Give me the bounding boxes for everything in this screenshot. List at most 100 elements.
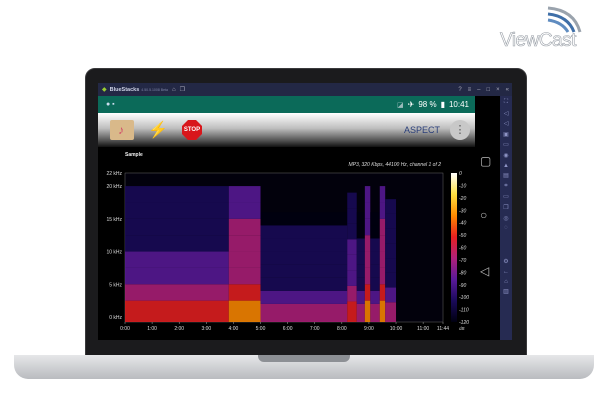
macro-icon[interactable]: ◎: [503, 215, 508, 222]
spectrogram-cell: [364, 267, 371, 285]
spectrogram-cell: [379, 235, 386, 252]
recents-button[interactable]: ▢: [480, 154, 491, 168]
spectrogram-cell: [125, 202, 229, 219]
spectrogram-cell: [379, 251, 386, 268]
volume-down-icon[interactable]: ◁: [504, 120, 509, 127]
spectrogram-cell: [385, 228, 397, 244]
back-button[interactable]: ◁: [480, 264, 489, 278]
settings-icon[interactable]: ⚙: [503, 258, 508, 265]
spectrogram-cell: [370, 212, 380, 226]
x-tick-label: 11:00: [417, 326, 429, 332]
plot-title: Sample: [125, 152, 143, 158]
spectrogram-cell: [260, 303, 348, 322]
screenshot-icon[interactable]: ⌗: [504, 183, 507, 190]
y-tick-label: 20 kHz: [106, 184, 122, 190]
home-button[interactable]: ○: [480, 208, 487, 222]
spectrogram-cell: [228, 267, 261, 285]
colorbar-tick-label: -30: [459, 208, 466, 214]
spectrogram-cell: [385, 287, 397, 303]
spectrogram-cell: [364, 235, 371, 252]
spectrogram-cell: [228, 235, 261, 252]
x-tick-label: 0:00: [120, 326, 130, 332]
spectrogram-cell: [260, 225, 348, 239]
y-tick-label: 5 kHz: [109, 282, 122, 288]
home-icon[interactable]: ⌂: [504, 279, 508, 285]
spectrogram-cell: [228, 202, 261, 219]
spectrogram-cell: [379, 284, 386, 301]
install-apk-icon[interactable]: ▲: [503, 163, 509, 169]
spectrogram-cell: [370, 264, 380, 278]
spectrogram-cell: [385, 199, 397, 214]
spectrogram-cell: [260, 238, 348, 252]
spectrogram-cell: [370, 251, 380, 265]
spectrogram-cell: [356, 238, 365, 252]
spectrogram-cell: [347, 239, 357, 255]
spectrogram-cell: [370, 290, 380, 304]
close-icon[interactable]: ×: [496, 87, 500, 93]
spectrogram-cell: [125, 186, 229, 203]
spectrogram-cell: [260, 264, 348, 278]
spectrogram-cell: [356, 225, 365, 239]
spectrogram-cell: [260, 277, 348, 291]
spectrogram-cell: [385, 213, 397, 229]
x-tick-label: 3:00: [201, 326, 211, 332]
spectrogram-chart: 0:00 1:00 2:00 3:00 4:00 5:00 6:00 7:00 8:00 9:00…: [106, 171, 469, 332]
maximize-icon[interactable]: □: [487, 87, 491, 93]
fullscreen-icon[interactable]: ⛶: [504, 99, 508, 106]
y-tick-label: 15 kHz: [106, 217, 122, 223]
spectrogram-cell: [228, 284, 261, 301]
spectrogram-cell: [370, 277, 380, 291]
recent-apps-icon[interactable]: ▥: [503, 288, 509, 295]
spectrogram-cell: [370, 303, 380, 322]
y-tick-label: 22 kHz: [106, 171, 122, 177]
spectrogram-cell: [379, 267, 386, 285]
spectrogram-cell: [228, 251, 261, 268]
spectrogram-cell: [347, 192, 357, 209]
colorbar-tick-label: 0: [459, 171, 462, 177]
colorbar-tick-label: -40: [459, 221, 466, 227]
x-tick-label: 1:00: [147, 326, 157, 332]
spectrogram-cell: [125, 235, 229, 252]
spectrogram-cell: [347, 285, 357, 302]
screen: ◆ BlueStacks 4.50.5.1008 Beta ⌂ ❐ ? ≡ – …: [98, 83, 512, 340]
x-tick-label: 2:00: [174, 326, 184, 332]
spectrogram-cell: [379, 300, 386, 322]
colorbar-tick-label: -10: [459, 183, 466, 189]
folder-icon[interactable]: ▭: [503, 193, 509, 200]
spectrogram-cell: [364, 186, 371, 203]
spectrogram-cell: [364, 218, 371, 236]
save-icon[interactable]: ▤: [503, 172, 509, 179]
spectrogram-cell: [125, 267, 229, 285]
spectrogram-cell: [347, 301, 357, 322]
spectrogram-cell: [260, 251, 348, 265]
spectrogram-cell: [356, 264, 365, 278]
spectrogram-cell: [385, 272, 397, 288]
record-icon[interactable]: ◉: [503, 152, 508, 159]
colorbar-tick-label: -80: [459, 270, 466, 276]
x-tick-label: 7:00: [310, 326, 320, 332]
spectrogram-cell: [364, 284, 371, 301]
spectrogram-cell: [347, 254, 357, 271]
gamepad-icon[interactable]: ▭: [503, 141, 509, 148]
back-icon[interactable]: ←: [503, 269, 509, 275]
colorbar-tick-label: -110: [459, 308, 469, 314]
spectrogram-cell: [379, 202, 386, 219]
viewcast-logo: ViewCast: [500, 4, 600, 51]
colorbar: [451, 173, 457, 322]
collapse-sidebar-icon[interactable]: «: [506, 87, 509, 93]
sync-icon[interactable]: ◌: [504, 225, 508, 231]
keymap-icon[interactable]: ▣: [503, 131, 509, 138]
spectrogram-cell: [364, 300, 371, 322]
spectrogram-cell: [125, 218, 229, 236]
minimize-icon[interactable]: –: [477, 87, 480, 93]
volume-up-icon[interactable]: ◁: [504, 110, 509, 117]
bluestacks-sidebar: ⛶ ◁ ◁ ▣ ▭ ◉ ▲ ▤ ⌗ ▭ ❐ ◎ ◌ ⚙ ← ⌂ ▥: [500, 96, 512, 340]
copy-icon[interactable]: ❐: [503, 204, 508, 211]
colorbar-tick-label: -90: [459, 283, 466, 289]
x-tick-label: 9:00: [364, 326, 374, 332]
colorbar-tick-label: -60: [459, 246, 466, 252]
colorbar-tick-label: -100: [459, 295, 469, 301]
laptop-notch: [258, 355, 350, 362]
spectrogram-cell: [228, 218, 261, 236]
x-tick-label: 6:00: [283, 326, 293, 332]
